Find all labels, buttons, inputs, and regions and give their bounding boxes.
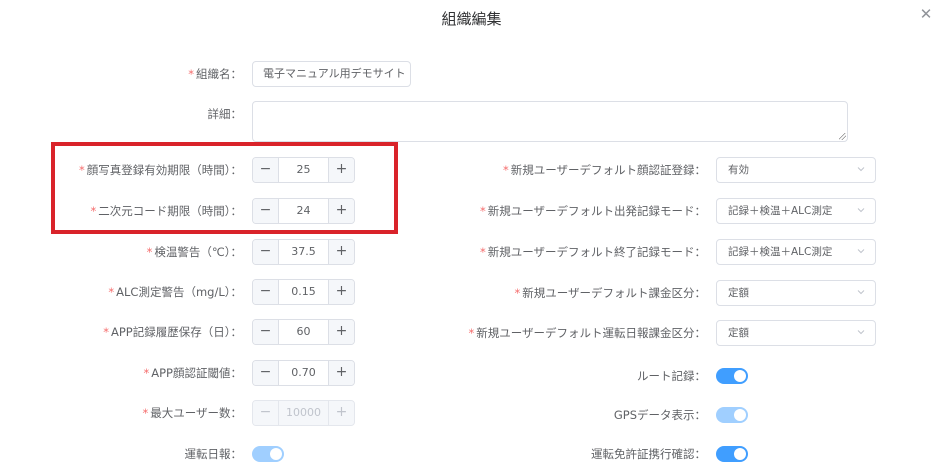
label-text: APP記録履歴保存（日）： (111, 325, 242, 339)
org-name-input[interactable]: 電子マニュアル用デモサイト (252, 61, 411, 87)
label-max-users: * 最大ユーザー数： (142, 400, 242, 426)
label-default-report-billing: * 新規ユーザーデフォルト運転日報課金区分： (468, 320, 706, 346)
label-text: 新規ユーザーデフォルト運転日報課金区分： (476, 326, 706, 340)
increment-button: + (328, 401, 354, 425)
license-check-switch[interactable] (716, 446, 748, 462)
decrement-button[interactable]: − (253, 320, 279, 344)
select-value: 記録＋検温＋ALC測定 (728, 246, 833, 258)
detail-textarea[interactable] (252, 101, 848, 142)
default-end-mode-select[interactable]: 記録＋検温＋ALC測定 (716, 239, 876, 265)
select-value: 記録＋検温＋ALC測定 (728, 205, 833, 217)
label-text: 新規ユーザーデフォルト課金区分： (522, 286, 706, 300)
decrement-button[interactable]: − (253, 240, 279, 264)
route-record-switch[interactable] (716, 368, 748, 384)
resize-grip-icon[interactable] (839, 133, 846, 140)
label-detail: 詳細： (208, 101, 243, 127)
label-license-check: 運転免許証携行確認： (591, 441, 706, 465)
select-value: 定額 (728, 327, 749, 339)
label-alc-warning: * ALC測定警告（mg/L）： (108, 279, 242, 305)
label-route-record: ルート記録： (637, 363, 706, 389)
required-mark: * (146, 245, 153, 259)
label-text: 運転免許証携行確認： (591, 447, 706, 461)
required-mark: * (468, 326, 475, 340)
decrement-button: − (253, 401, 279, 425)
label-text: 新規ユーザーデフォルト終了記録モード： (487, 245, 706, 259)
label-text: 組織名： (196, 67, 242, 81)
label-text: 新規ユーザーデフォルト顔認証登録： (510, 163, 706, 177)
label-driving-daily-report: 運転日報： (185, 441, 243, 465)
label-text: 詳細： (207, 107, 243, 121)
label-text: 最大ユーザー数： (150, 406, 242, 420)
select-value: 有効 (728, 164, 749, 176)
increment-button[interactable]: + (328, 280, 354, 304)
required-mark: * (143, 366, 150, 380)
stepper-value[interactable]: 60 (279, 320, 328, 344)
required-mark: * (502, 163, 509, 177)
label-text: 運転日報： (184, 447, 243, 461)
driving-daily-report-switch[interactable] (252, 446, 284, 462)
required-mark: * (142, 406, 149, 420)
chevron-down-icon (857, 208, 865, 213)
decrement-button[interactable]: − (253, 361, 279, 385)
required-mark: * (188, 67, 194, 81)
required-mark: * (103, 325, 109, 339)
label-text: APP顔認証閾値： (151, 366, 242, 380)
decrement-button[interactable]: − (253, 280, 279, 304)
stepper-value[interactable]: 0.15 (279, 280, 328, 304)
gps-display-switch[interactable] (716, 407, 748, 423)
label-text: ルート記録： (637, 369, 706, 383)
app-log-retention-stepper[interactable]: − 60 + (252, 319, 355, 345)
label-gps-display: GPSデータ表示： (614, 402, 706, 428)
required-mark: * (479, 204, 486, 218)
close-icon[interactable]: ✕ (918, 6, 934, 22)
increment-button[interactable]: + (328, 240, 354, 264)
stepper-value[interactable]: 37.5 (279, 240, 328, 264)
default-departure-mode-select[interactable]: 記録＋検温＋ALC測定 (716, 198, 876, 224)
default-report-billing-select[interactable]: 定額 (716, 320, 876, 346)
label-org-name: * 組織名： (188, 61, 242, 87)
label-text: 検温警告（℃）： (154, 245, 242, 259)
increment-button[interactable]: + (328, 320, 354, 344)
chevron-down-icon (857, 290, 865, 295)
label-text: ALC測定警告（mg/L）： (116, 285, 242, 299)
label-app-log-retention: * APP記録履歴保存（日）： (103, 319, 242, 345)
required-mark: * (514, 286, 521, 300)
label-default-billing: * 新規ユーザーデフォルト課金区分： (514, 280, 706, 306)
label-text: GPSデータ表示： (613, 408, 706, 422)
select-value: 定額 (728, 287, 749, 299)
temp-warning-stepper[interactable]: − 37.5 + (252, 239, 355, 265)
required-mark: * (479, 245, 486, 259)
increment-button[interactable]: + (328, 361, 354, 385)
label-app-face-threshold: * APP顔認証閾値： (144, 360, 243, 386)
required-mark: * (108, 285, 115, 299)
stepper-value: 10000 (286, 406, 321, 419)
label-temp-warning: * 検温警告（℃）： (147, 239, 242, 265)
chevron-down-icon (857, 330, 865, 335)
dialog-title: 組織編集 (441, 10, 502, 28)
default-face-auth-select[interactable]: 有効 (716, 157, 876, 183)
alc-warning-stepper[interactable]: − 0.15 + (252, 279, 355, 305)
highlight-box (51, 142, 398, 234)
label-default-departure-mode: * 新規ユーザーデフォルト出発記録モード： (480, 198, 706, 224)
default-billing-select[interactable]: 定額 (716, 280, 876, 306)
label-default-face-auth: * 新規ユーザーデフォルト顔認証登録： (503, 157, 706, 183)
label-default-end-mode: * 新規ユーザーデフォルト終了記録モード： (480, 239, 706, 265)
app-face-threshold-stepper[interactable]: − 0.70 + (252, 360, 355, 386)
label-text: 新規ユーザーデフォルト出発記録モード： (487, 204, 706, 218)
max-users-stepper: − 10000 + (252, 400, 355, 426)
chevron-down-icon (857, 167, 865, 172)
stepper-value[interactable]: 0.70 (279, 361, 328, 385)
chevron-down-icon (857, 249, 865, 254)
